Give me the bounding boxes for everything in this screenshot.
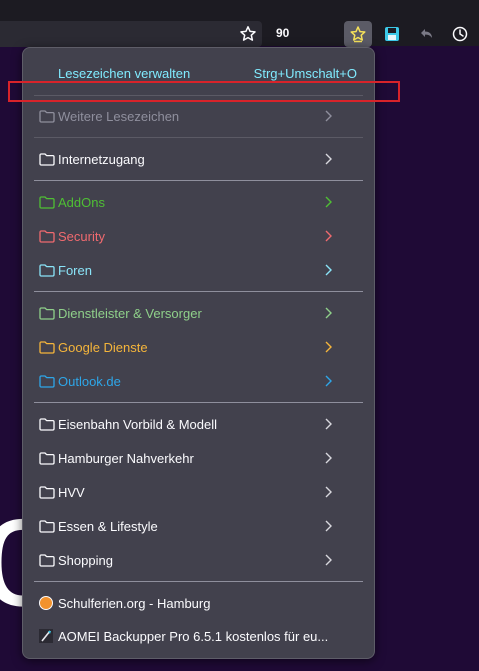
chevron-right-icon — [325, 418, 332, 430]
bookmark-label: Hamburger Nahverkehr — [58, 450, 194, 466]
bookmarks-star-icon — [350, 26, 366, 43]
undo-close-tab-button[interactable] — [412, 21, 440, 47]
star-outline-icon — [240, 26, 256, 41]
bookmark-label: Foren — [58, 262, 92, 278]
bookmark-folder-item[interactable]: Internetzugang — [35, 146, 363, 172]
bookmark-label: Weitere Lesezeichen — [58, 108, 180, 124]
folder-icon — [39, 109, 55, 123]
url-bar[interactable] — [0, 21, 262, 47]
bookmark-item[interactable]: Schulferien.org - Hamburg — [35, 590, 363, 616]
tracking-counter[interactable]: 90 — [276, 26, 289, 40]
chevron-right-icon — [325, 375, 332, 387]
folder-icon — [39, 229, 55, 243]
bookmark-folder-item[interactable]: Foren — [35, 257, 363, 283]
history-button[interactable] — [446, 21, 474, 47]
clock-icon — [452, 26, 468, 42]
bookmark-folder-item[interactable]: Hamburger Nahverkehr — [35, 445, 363, 471]
undo-arrow-icon — [421, 29, 432, 38]
bookmark-folder-item[interactable]: Google Dienste — [35, 334, 363, 360]
bookmark-label: HVV — [58, 484, 85, 500]
floppy-disk-icon — [385, 27, 399, 41]
chevron-right-icon — [325, 486, 332, 498]
chevron-right-icon — [325, 341, 332, 353]
bookmark-folder-item[interactable]: Weitere Lesezeichen — [35, 103, 363, 129]
folder-icon — [39, 485, 55, 499]
bookmark-label: Shopping — [58, 552, 113, 568]
schulferien-favicon-icon — [39, 596, 53, 610]
folder-icon — [39, 263, 55, 277]
manage-bookmarks-item[interactable]: Lesezeichen verwalten Strg+Umschalt+O — [35, 66, 365, 82]
folder-icon — [39, 417, 55, 431]
chevron-right-icon — [325, 554, 332, 566]
bookmark-label: Security — [58, 228, 105, 244]
bookmark-label: AddOns — [58, 194, 105, 210]
menu-separator — [34, 180, 363, 181]
bookmark-item[interactable]: AOMEI Backupper Pro 6.5.1 kostenlos für … — [35, 623, 363, 649]
folder-icon — [39, 519, 55, 533]
browser-toolbar: 90 — [0, 0, 479, 47]
chevron-right-icon — [325, 520, 332, 532]
bookmark-label: Schulferien.org - Hamburg — [58, 595, 211, 611]
folder-icon — [39, 451, 55, 465]
manage-bookmarks-label: Lesezeichen verwalten — [58, 66, 191, 81]
chevron-right-icon — [325, 452, 332, 464]
bookmark-label: Google Dienste — [58, 339, 148, 355]
folder-icon — [39, 195, 55, 209]
chevron-right-icon — [325, 230, 332, 242]
bookmark-label: Internetzugang — [58, 151, 145, 167]
folder-icon — [39, 374, 55, 388]
bookmark-star-button[interactable] — [234, 21, 262, 47]
bookmark-label: Outlook.de — [58, 373, 121, 389]
chevron-right-icon — [325, 153, 332, 165]
menu-separator — [34, 291, 363, 292]
bookmark-label: Essen & Lifestyle — [58, 518, 158, 534]
bookmark-label: AOMEI Backupper Pro 6.5.1 kostenlos für … — [58, 628, 329, 644]
bookmark-folder-item[interactable]: HVV — [35, 479, 363, 505]
folder-icon — [39, 340, 55, 354]
menu-separator — [34, 402, 363, 403]
folder-icon — [39, 553, 55, 567]
bookmark-label: Dienstleister & Versorger — [58, 305, 202, 321]
bookmark-folder-item[interactable]: Security — [35, 223, 363, 249]
bookmark-folder-item[interactable]: Dienstleister & Versorger — [35, 300, 363, 326]
bookmarks-menu-button[interactable] — [344, 21, 372, 47]
aomei-favicon-icon — [39, 629, 53, 643]
chevron-right-icon — [325, 307, 332, 319]
bookmark-folder-item[interactable]: Outlook.de — [35, 368, 363, 394]
menu-separator — [34, 137, 363, 138]
bookmark-folder-item[interactable]: Essen & Lifestyle — [35, 513, 363, 539]
highlight-annotation-box — [8, 81, 400, 102]
chevron-right-icon — [325, 264, 332, 276]
menu-separator — [34, 581, 363, 582]
chevron-right-icon — [325, 196, 332, 208]
bookmark-folder-item[interactable]: Eisenbahn Vorbild & Modell — [35, 411, 363, 437]
folder-icon — [39, 152, 55, 166]
manage-bookmarks-shortcut: Strg+Umschalt+O — [253, 66, 357, 81]
bookmark-label: Eisenbahn Vorbild & Modell — [58, 416, 217, 432]
chevron-right-icon — [325, 110, 332, 122]
bookmark-folder-item[interactable]: Shopping — [35, 547, 363, 573]
folder-icon — [39, 306, 55, 320]
save-page-button[interactable] — [378, 21, 406, 47]
bookmark-folder-item[interactable]: AddOns — [35, 189, 363, 215]
